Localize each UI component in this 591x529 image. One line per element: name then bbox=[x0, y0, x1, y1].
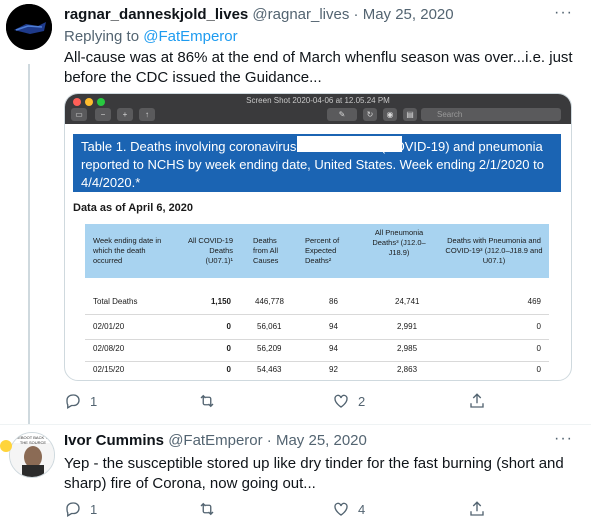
cell-covid: 0 bbox=[226, 344, 231, 353]
tweet-date[interactable]: May 25, 2020 bbox=[363, 6, 454, 23]
cell-covid: 1,150 bbox=[210, 297, 231, 306]
header-pneumonia-covid: Deaths with Pneumonia and COVID-19³ (J12… bbox=[445, 236, 543, 265]
author-handle[interactable]: @FatEmperor bbox=[168, 432, 262, 449]
emoji-badge bbox=[0, 440, 12, 452]
heart-icon bbox=[334, 394, 348, 408]
table-row: 02/15/20 0 54,463 92 2,863 0 bbox=[85, 360, 549, 380]
avatar-image bbox=[6, 4, 52, 50]
reply-button[interactable]: 1 bbox=[64, 392, 97, 410]
avatar[interactable] bbox=[6, 4, 52, 50]
table-row: 02/01/20 0 56,061 94 2,991 0 bbox=[85, 317, 549, 339]
header-covid: All COVID-19 Deaths (U07.1)¹ bbox=[187, 236, 233, 265]
tweet-header: ragnar_danneskjold_lives @ragnar_lives ·… bbox=[64, 6, 454, 23]
cell-covid: 0 bbox=[226, 365, 231, 374]
reply-button[interactable]: 1 bbox=[64, 500, 97, 518]
cell-week: 02/01/20 bbox=[93, 322, 125, 331]
tweet-date[interactable]: May 25, 2020 bbox=[276, 432, 367, 449]
header-pneumonia: All Pneumonia Deaths³ (J12.0–J18.9) bbox=[372, 228, 426, 257]
cell-all-causes: 56,061 bbox=[257, 322, 282, 331]
cell-pneumonia-covid: 469 bbox=[527, 297, 541, 306]
like-button[interactable]: 2 bbox=[332, 392, 365, 410]
share-icon bbox=[470, 393, 484, 408]
retweet-icon bbox=[200, 394, 214, 408]
replying-to: Replying to @FatEmperor bbox=[64, 28, 238, 45]
cell-pneumonia: 2,985 bbox=[397, 344, 418, 353]
like-count: 2 bbox=[358, 393, 366, 409]
like-button[interactable]: 4 bbox=[332, 500, 365, 518]
share-icon: ↑ bbox=[139, 108, 155, 121]
table-row: 02/08/20 0 56,209 94 2,985 0 bbox=[85, 339, 549, 361]
separator-dot: · bbox=[266, 432, 272, 449]
reply-count: 1 bbox=[90, 393, 98, 409]
cell-all-causes: 56,209 bbox=[257, 344, 282, 353]
table-row: Total Deaths 1,150 446,778 86 24,741 469 bbox=[85, 292, 549, 314]
cell-week: Total Deaths bbox=[93, 297, 138, 306]
author-handle[interactable]: @ragnar_lives bbox=[252, 6, 349, 23]
redaction-patch bbox=[297, 136, 402, 152]
sidebar-icon: ▭ bbox=[71, 108, 87, 121]
tweet-actions: 1 4 bbox=[64, 500, 494, 522]
like-count: 4 bbox=[358, 501, 366, 517]
annotate-icon: ◉ bbox=[383, 108, 397, 121]
zoom-in-icon: + bbox=[117, 108, 133, 121]
cell-all-causes: 54,463 bbox=[257, 365, 282, 374]
window-title: Screen Shot 2020-04-06 at 12.05.24 PM bbox=[246, 96, 390, 105]
retweet-button[interactable] bbox=[198, 500, 216, 518]
row-divider bbox=[85, 314, 549, 315]
reply-icon bbox=[66, 394, 80, 409]
replying-label: Replying to bbox=[64, 28, 140, 45]
author-name[interactable]: ragnar_danneskjold_lives bbox=[64, 6, 248, 23]
cell-week: 02/15/20 bbox=[93, 365, 125, 374]
replying-mention[interactable]: @FatEmperor bbox=[143, 28, 237, 45]
zoom-out-icon: − bbox=[95, 108, 111, 121]
cell-percent: 94 bbox=[329, 322, 338, 331]
more-options-icon[interactable]: ··· bbox=[554, 430, 573, 448]
cell-covid: 0 bbox=[226, 322, 231, 331]
cell-week: 02/08/20 bbox=[93, 344, 125, 353]
attached-image[interactable]: Screen Shot 2020-04-06 at 12.05.24 PM ▭ … bbox=[64, 93, 572, 381]
cell-percent: 92 bbox=[329, 365, 338, 374]
separator-dot: · bbox=[353, 6, 359, 23]
retweet-icon bbox=[200, 502, 214, 516]
tweet-text: All-cause was at 86% at the end of March… bbox=[64, 49, 573, 86]
rotate-icon: ↻ bbox=[363, 108, 377, 121]
print-icon: ▤ bbox=[403, 108, 417, 121]
reply-count: 1 bbox=[90, 501, 98, 517]
cell-pneumonia: 2,863 bbox=[397, 365, 418, 374]
table-header: Week ending date in which the death occu… bbox=[85, 224, 549, 278]
cell-pneumonia-covid: 0 bbox=[536, 344, 541, 353]
author-name[interactable]: Ivor Cummins bbox=[64, 432, 164, 449]
thread-line bbox=[28, 64, 30, 424]
window-toolbar: Screen Shot 2020-04-06 at 12.05.24 PM ▭ … bbox=[65, 94, 571, 124]
tweet-text: Yep - the susceptible stored up like dry… bbox=[64, 455, 564, 492]
more-options-icon[interactable]: ··· bbox=[554, 4, 573, 22]
cell-pneumonia: 2,991 bbox=[397, 322, 418, 331]
reply-icon bbox=[66, 502, 80, 517]
share-button[interactable] bbox=[468, 500, 486, 518]
tweet-actions: 1 2 bbox=[64, 392, 494, 414]
header-percent: Percent of Expected Deaths² bbox=[305, 236, 340, 265]
avatar[interactable]: REBOOT BACK TO THE SOURCE bbox=[9, 432, 55, 478]
cell-all-causes: 446,778 bbox=[255, 297, 284, 306]
cell-pneumonia-covid: 0 bbox=[536, 322, 541, 331]
share-button[interactable] bbox=[468, 392, 486, 410]
header-week: Week ending date in which the death occu… bbox=[93, 236, 162, 265]
heart-icon bbox=[334, 502, 348, 516]
share-icon bbox=[470, 501, 484, 516]
markup-icon: ✎ bbox=[327, 108, 357, 121]
data-as-of: Data as of April 6, 2020 bbox=[73, 202, 194, 214]
tweet-header: Ivor Cummins @FatEmperor · May 25, 2020 bbox=[64, 432, 367, 449]
window-search: Search bbox=[421, 108, 561, 121]
cell-percent: 86 bbox=[329, 297, 338, 306]
header-all-causes: Deaths from All Causes bbox=[253, 236, 279, 265]
cell-pneumonia-covid: 0 bbox=[536, 365, 541, 374]
avatar-caption: REBOOT BACK TO THE SOURCE bbox=[15, 435, 51, 445]
tweet-divider bbox=[0, 424, 591, 425]
cell-percent: 94 bbox=[329, 344, 338, 353]
retweet-button[interactable] bbox=[198, 392, 216, 410]
cell-pneumonia: 24,741 bbox=[395, 297, 420, 306]
